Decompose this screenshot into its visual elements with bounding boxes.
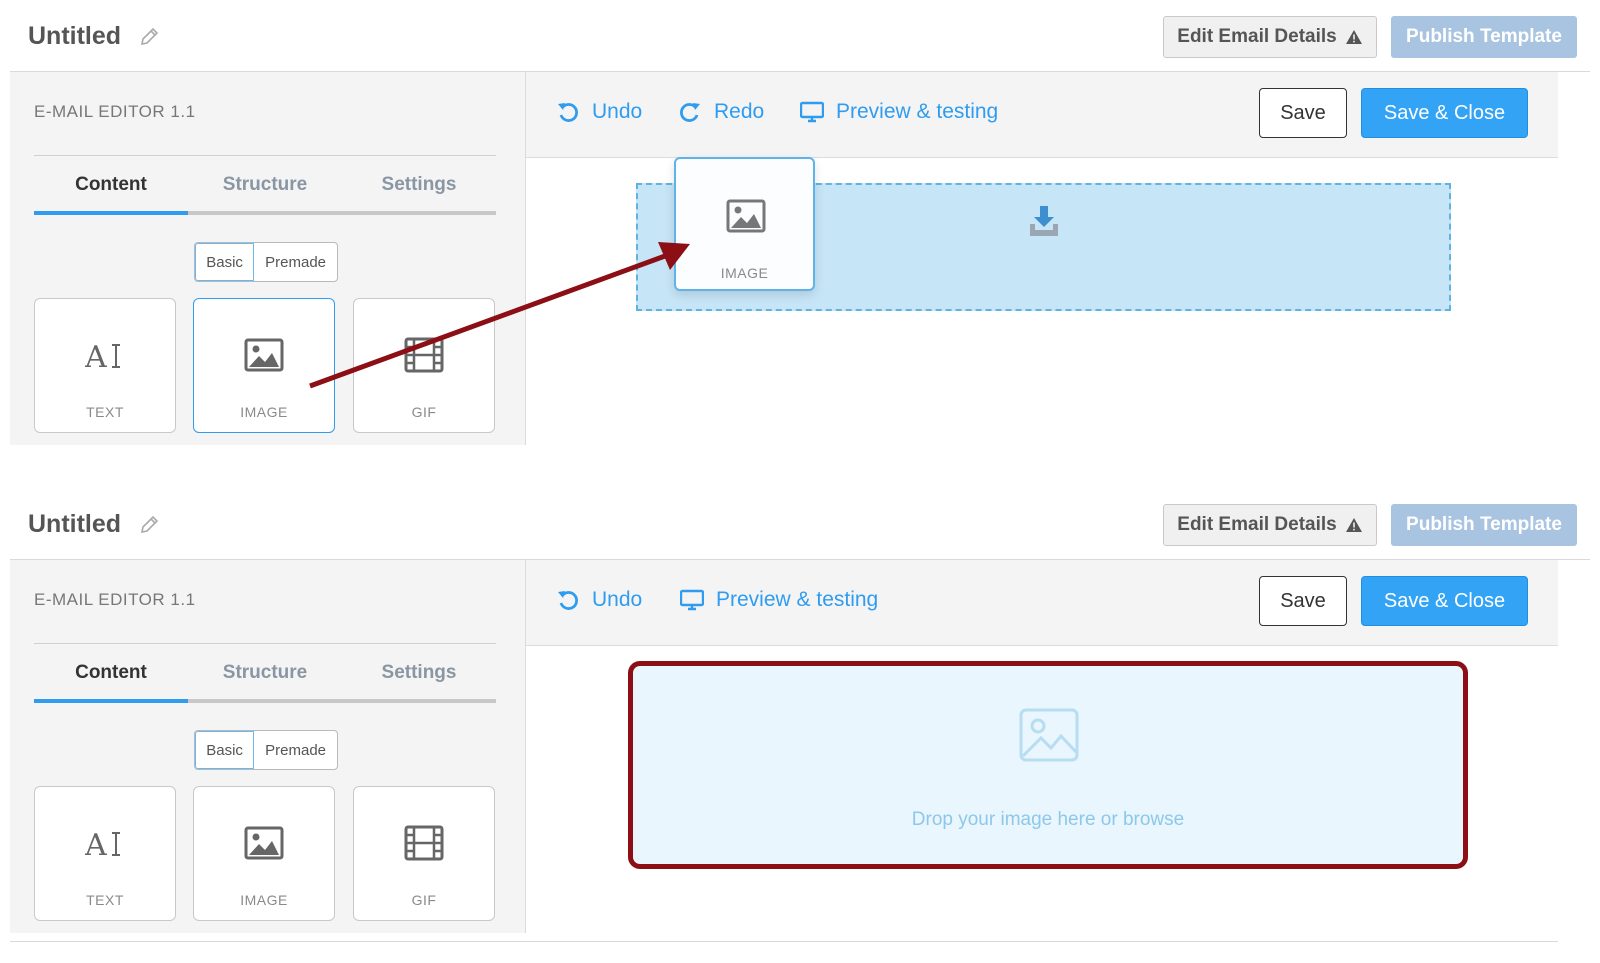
warning-icon [1345, 518, 1362, 532]
page-title: Untitled [28, 22, 122, 50]
editor-version-label: E-MAIL EDITOR 1.1 [34, 590, 196, 609]
image-icon [726, 199, 766, 233]
preview-testing-button[interactable]: Preview & testing [680, 588, 878, 612]
film-icon [404, 825, 444, 861]
editor-toolbar: Undo Preview & testing Save Save & Close [526, 560, 1558, 646]
sidebar: E-MAIL EDITOR 1.1 Content Structure Sett… [10, 560, 526, 933]
dropzone-text[interactable]: Drop your image here or browse [633, 809, 1463, 831]
tab-content[interactable]: Content [34, 174, 188, 196]
header-bar: Untitled Edit Email Details Publish Temp… [10, 488, 1590, 560]
dragged-image-block[interactable]: IMAGE [674, 157, 815, 291]
bottom-border [10, 941, 1558, 942]
tab-structure[interactable]: Structure [188, 662, 342, 684]
image-icon [244, 826, 284, 860]
text-icon: A [85, 828, 120, 861]
header-bar: Untitled Edit Email Details Publish Temp… [10, 0, 1590, 72]
undo-label: Undo [592, 100, 643, 123]
save-button[interactable]: Save [1259, 576, 1347, 626]
image-icon [244, 338, 284, 372]
pencil-icon[interactable] [138, 26, 160, 48]
preview-testing-button[interactable]: Preview & testing [800, 100, 998, 124]
editor-panel-drag: Untitled Edit Email Details Publish Temp… [10, 0, 1590, 470]
redo-label: Redo [714, 100, 765, 123]
edit-email-details-label: Edit Email Details [1177, 26, 1337, 47]
text-block-tile[interactable]: A TEXT [34, 786, 176, 921]
tab-active-indicator [34, 699, 188, 703]
warning-icon [1345, 30, 1362, 44]
image-block-label: IMAGE [240, 404, 288, 420]
editor-panel-dropped: Untitled Edit Email Details Publish Temp… [10, 488, 1590, 963]
image-block-tile[interactable]: IMAGE [193, 298, 335, 433]
edit-email-details-label: Edit Email Details [1177, 514, 1337, 535]
page-title: Untitled [28, 510, 122, 538]
basic-toggle[interactable]: Basic [195, 731, 255, 769]
basic-toggle[interactable]: Basic [195, 243, 255, 281]
redo-icon [680, 103, 700, 122]
gif-block-tile[interactable]: GIF [353, 298, 495, 433]
preview-testing-label: Preview & testing [716, 588, 879, 611]
image-dropzone[interactable]: Drop your image here or browse [628, 661, 1468, 869]
save-close-button[interactable]: Save & Close [1361, 576, 1528, 626]
gif-block-label: GIF [411, 404, 437, 420]
sidebar-tabs: Content Structure Settings [34, 162, 496, 216]
save-button[interactable]: Save [1259, 88, 1347, 138]
text-block-label: TEXT [86, 892, 124, 908]
gif-block-tile[interactable]: GIF [353, 786, 495, 921]
text-icon: A [85, 340, 120, 373]
tab-structure[interactable]: Structure [188, 174, 342, 196]
tab-settings[interactable]: Settings [342, 174, 496, 196]
undo-button[interactable]: Undo [556, 100, 642, 124]
tab-settings[interactable]: Settings [342, 662, 496, 684]
editor-version-label: E-MAIL EDITOR 1.1 [34, 102, 196, 121]
tab-active-indicator [34, 211, 188, 215]
text-block-label: TEXT [86, 404, 124, 420]
undo-label: Undo [592, 588, 643, 611]
save-close-button[interactable]: Save & Close [1361, 88, 1528, 138]
edit-email-details-button[interactable]: Edit Email Details [1163, 504, 1377, 546]
editor-toolbar: Undo Redo Preview & testing Save Save & … [526, 72, 1558, 158]
redo-button[interactable]: Redo [678, 100, 764, 124]
undo-icon [558, 103, 578, 122]
divider [34, 643, 496, 644]
pencil-icon[interactable] [138, 514, 160, 536]
block-type-toggle: Basic Premade [194, 730, 338, 770]
preview-testing-label: Preview & testing [836, 100, 999, 123]
image-placeholder-icon [1019, 708, 1079, 762]
sidebar: E-MAIL EDITOR 1.1 Content Structure Sett… [10, 72, 526, 445]
divider [34, 155, 496, 156]
undo-button[interactable]: Undo [556, 588, 642, 612]
download-tray-icon [1030, 206, 1058, 236]
sidebar-tabs: Content Structure Settings [34, 650, 496, 704]
monitor-icon [680, 589, 704, 611]
image-block-tile[interactable]: IMAGE [193, 786, 335, 921]
image-block-label: IMAGE [240, 892, 288, 908]
publish-template-button[interactable]: Publish Template [1391, 504, 1577, 546]
block-type-toggle: Basic Premade [194, 242, 338, 282]
dragged-block-label: IMAGE [720, 265, 769, 281]
svg-text:A: A [85, 340, 107, 373]
film-icon [404, 337, 444, 373]
publish-template-button[interactable]: Publish Template [1391, 16, 1577, 58]
text-block-tile[interactable]: A TEXT [34, 298, 176, 433]
tab-content[interactable]: Content [34, 662, 188, 684]
monitor-icon [800, 101, 824, 123]
svg-text:A: A [85, 828, 107, 861]
edit-email-details-button[interactable]: Edit Email Details [1163, 16, 1377, 58]
premade-toggle[interactable]: Premade [254, 731, 337, 769]
premade-toggle[interactable]: Premade [254, 243, 337, 281]
gif-block-label: GIF [411, 892, 437, 908]
undo-icon [558, 591, 578, 610]
